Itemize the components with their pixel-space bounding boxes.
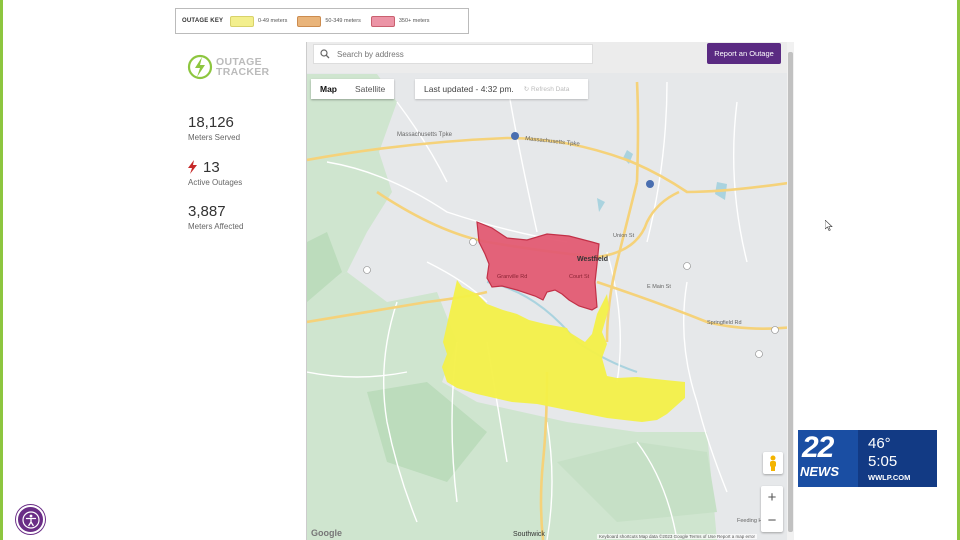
key-label-high: 350+ meters — [398, 18, 430, 24]
key-swatch-high — [370, 15, 395, 27]
key-label-mid: 50-349 meters — [325, 18, 361, 24]
address-search[interactable] — [313, 44, 593, 64]
map-label-union-st: Union St — [613, 233, 635, 239]
meters-served-label: Meters Served — [188, 133, 241, 142]
street-view-pegman-icon[interactable] — [763, 452, 783, 474]
zoom-out-button[interactable]: − — [761, 509, 783, 532]
stat-active-outages: 13 Active Outages — [188, 159, 242, 187]
search-input[interactable] — [337, 49, 577, 59]
last-updated-text: Last updated - 4:32 pm. — [424, 84, 514, 94]
map-label-springfield-rd: Springfield Rd — [707, 320, 742, 326]
search-icon — [320, 49, 330, 59]
map-scrollbar-thumb[interactable] — [788, 52, 793, 532]
outage-tracker-logo: OUTAGE TRACKER — [187, 53, 269, 81]
station-url: WWLP.COM — [868, 473, 911, 482]
meters-affected-value: 3,887 — [188, 203, 226, 220]
map-canvas[interactable]: Massachusetts Tpke Massachusetts Tpke We… — [307, 42, 794, 540]
zoom-in-button[interactable]: + — [761, 486, 783, 509]
lightning-bolt-icon — [188, 160, 197, 174]
map-label-main-st: E Main St — [647, 284, 671, 290]
map-attribution[interactable]: Keyboard shortcuts Map data ©2023 Google… — [597, 534, 758, 539]
accessibility-icon — [21, 510, 40, 529]
tv-station-bug: 22 NEWS 46° 5:05 WWLP.COM — [798, 430, 937, 487]
google-logo: Google — [311, 528, 342, 538]
key-label-low: 0-49 meters — [258, 18, 288, 24]
logo-text: OUTAGE TRACKER — [216, 57, 270, 78]
map-type-control: Map Satellite — [311, 79, 395, 99]
page-edge-left — [0, 0, 3, 540]
station-info: 46° 5:05 WWLP.COM — [858, 430, 937, 487]
last-updated-box: Last updated - 4:32 pm. ↻ Refresh Data — [415, 79, 588, 99]
key-item-high: 350+ meters — [370, 15, 430, 27]
outage-map[interactable]: Massachusetts Tpke Massachusetts Tpke We… — [306, 42, 794, 540]
key-item-low: 0-49 meters — [230, 15, 288, 27]
outage-tracker-bolt-icon — [187, 54, 213, 80]
meters-affected-label: Meters Affected — [188, 222, 244, 231]
station-logo: 22 NEWS — [798, 430, 858, 487]
map-label-granville-rd: Granville Rd — [497, 274, 527, 280]
station-channel: 22 — [802, 431, 834, 464]
refresh-data-label: Refresh Data — [531, 86, 570, 93]
map-label-mass-pike-1: Massachusetts Tpke — [397, 132, 453, 138]
refresh-data-link[interactable]: ↻ Refresh Data — [524, 85, 570, 93]
logo-line-2: TRACKER — [216, 66, 270, 78]
mouse-cursor-icon — [825, 220, 833, 231]
map-label-southwick: Southwick — [513, 531, 545, 538]
accessibility-button[interactable] — [16, 505, 45, 534]
key-swatch-mid — [297, 15, 322, 27]
key-item-mid: 50-349 meters — [297, 15, 361, 27]
map-label-court-st: Court St — [569, 274, 590, 280]
active-outages-label: Active Outages — [188, 178, 243, 187]
active-outages-value: 13 — [203, 159, 220, 176]
zoom-control: + − — [761, 486, 783, 532]
satellite-tab[interactable]: Satellite — [346, 79, 394, 99]
stat-meters-served: 18,126 Meters Served — [188, 114, 240, 142]
report-outage-button[interactable]: Report an Outage — [707, 43, 781, 64]
outage-key-title: OUTAGE KEY — [182, 18, 224, 24]
station-time: 5:05 — [868, 453, 898, 470]
key-swatch-low — [230, 15, 254, 27]
meters-served-value: 18,126 — [188, 114, 234, 131]
map-tab[interactable]: Map — [311, 79, 346, 99]
outage-key: OUTAGE KEY 0-49 meters 50-349 meters 350… — [175, 8, 469, 34]
stat-meters-affected: 3,887 Meters Affected — [188, 203, 243, 231]
station-news: NEWS — [800, 464, 839, 479]
map-label-westfield: Westfield — [577, 256, 608, 263]
station-temperature: 46° — [868, 435, 891, 452]
